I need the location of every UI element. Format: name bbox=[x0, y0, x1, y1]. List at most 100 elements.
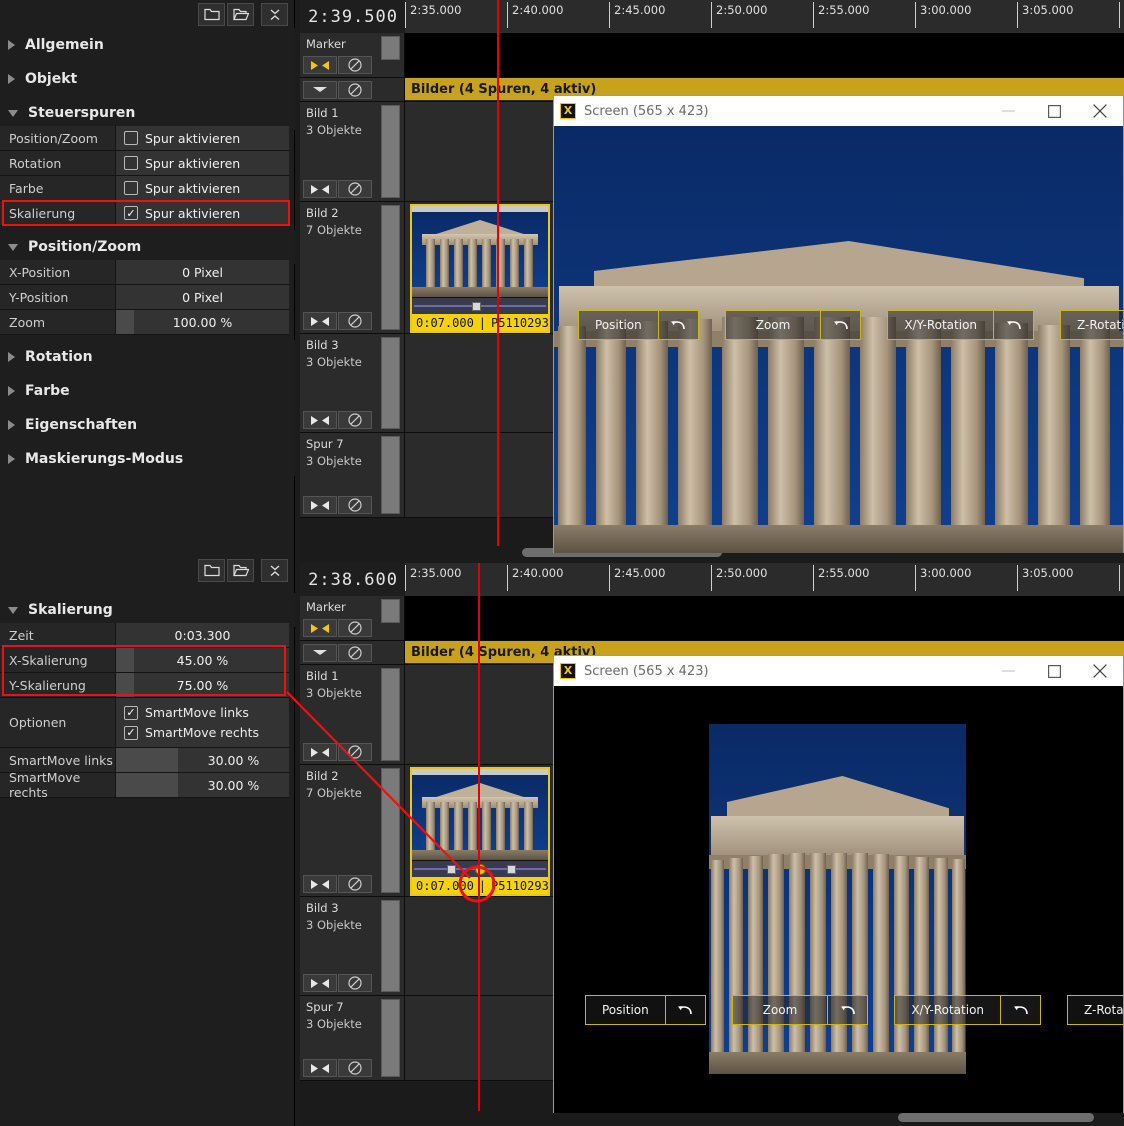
keyframe-icon[interactable] bbox=[303, 312, 337, 330]
reset-arrow-icon[interactable] bbox=[820, 311, 860, 339]
mute-icon[interactable] bbox=[338, 180, 372, 198]
control-xy-rotation-top[interactable]: X/Y-Rotation bbox=[887, 310, 1035, 340]
mute-icon[interactable] bbox=[338, 496, 372, 514]
track-head-spur7-bottom[interactable]: Spur 7 3 Objekte bbox=[300, 996, 405, 1080]
reset-arrow-icon[interactable] bbox=[993, 311, 1033, 339]
track-enable-checkbox[interactable] bbox=[124, 181, 138, 195]
collapse-all-icon[interactable] bbox=[261, 3, 288, 26]
zoom-slider-handle[interactable] bbox=[116, 310, 134, 334]
open-folder-icon[interactable] bbox=[227, 3, 254, 26]
minimize-icon[interactable] bbox=[985, 96, 1031, 126]
x-skalierung-slider-handle[interactable] bbox=[116, 648, 134, 672]
rail-handle[interactable] bbox=[507, 865, 516, 874]
track-head-bild2-top[interactable]: Bild 2 7 Objekte bbox=[300, 202, 405, 333]
timeline-ruler-bottom[interactable]: 2:38.600 2:35.000 2:40.000 2:45.000 2:50… bbox=[300, 563, 1124, 596]
option-smartmove-rechts[interactable]: SmartMove rechts bbox=[124, 725, 259, 740]
keyframe-icon[interactable] bbox=[303, 619, 337, 637]
hscrollbar-bottom[interactable] bbox=[300, 1111, 1124, 1125]
y-skalierung-field[interactable]: 75.00 % bbox=[116, 673, 289, 697]
smartmove-links-slider-handle[interactable] bbox=[116, 748, 178, 772]
row-smartmove-rechts[interactable]: SmartMove rechts 30.00 % bbox=[0, 770, 289, 800]
control-zoom-top[interactable]: Zoom bbox=[724, 310, 862, 340]
keyframe-marker[interactable] bbox=[475, 864, 486, 875]
minimize-icon[interactable] bbox=[985, 656, 1031, 686]
reset-arrow-icon[interactable] bbox=[657, 311, 698, 339]
marker-level-strip[interactable] bbox=[381, 599, 400, 623]
maximize-icon[interactable] bbox=[1031, 96, 1077, 126]
track-level-strip[interactable] bbox=[381, 105, 400, 198]
rail-handle[interactable] bbox=[447, 865, 456, 874]
x-skalierung-field[interactable]: 45.00 % bbox=[116, 648, 289, 672]
maximize-icon[interactable] bbox=[1031, 656, 1077, 686]
reset-arrow-icon[interactable] bbox=[664, 996, 705, 1024]
keyframe-icon[interactable] bbox=[303, 56, 337, 74]
keyframe-icon[interactable] bbox=[303, 180, 337, 198]
track-level-strip[interactable] bbox=[381, 337, 400, 429]
control-position-bottom[interactable]: Position bbox=[585, 995, 706, 1025]
smartmove-rechts-field[interactable]: 30.00 % bbox=[116, 773, 289, 797]
track-enable-checkbox[interactable] bbox=[124, 156, 138, 170]
smartmove-rechts-checkbox[interactable] bbox=[124, 725, 138, 740]
mute-icon[interactable] bbox=[338, 80, 372, 99]
mute-icon[interactable] bbox=[338, 411, 372, 429]
section-header-position-zoom[interactable]: Position/Zoom bbox=[0, 230, 295, 264]
section-header-skalierung[interactable]: Skalierung bbox=[0, 593, 295, 627]
track-head-bild2-bottom[interactable]: Bild 2 7 Objekte bbox=[300, 765, 405, 896]
option-smartmove-links[interactable]: SmartMove links bbox=[124, 705, 249, 720]
row-rotation-track[interactable]: Rotation Spur aktivieren bbox=[0, 151, 289, 176]
track-head-bild1-bottom[interactable]: Bild 1 3 Objekte bbox=[300, 665, 405, 764]
clip-keyframe-rail[interactable] bbox=[412, 861, 548, 877]
timeline-ruler-top[interactable]: 2:39.500 2:35.000 2:40.000 2:45.000 2:50… bbox=[300, 0, 1124, 33]
screen-window-bottom[interactable]: X Screen (565 x 423) Position Zoom X/Y-R… bbox=[553, 655, 1124, 1113]
new-folder-icon[interactable] bbox=[198, 3, 225, 26]
track-level-strip[interactable] bbox=[381, 436, 400, 514]
zoom-field[interactable]: 100.00 % bbox=[116, 310, 289, 334]
row-y-position[interactable]: Y-Position 0 Pixel bbox=[0, 285, 289, 310]
row-control[interactable]: Spur aktivieren bbox=[116, 176, 289, 200]
clip-bild2-bottom[interactable]: 0:07.000 | P5110293 bbox=[410, 767, 550, 896]
row-x-skalierung[interactable]: X-Skalierung 45.00 % bbox=[0, 648, 289, 673]
control-zoom-bottom[interactable]: Zoom bbox=[731, 995, 869, 1025]
row-farbe-track[interactable]: Farbe Spur aktivieren bbox=[0, 176, 289, 201]
row-y-skalierung[interactable]: Y-Skalierung 75.00 % bbox=[0, 673, 289, 698]
smartmove-links-field[interactable]: 30.00 % bbox=[116, 748, 289, 772]
section-header-steuerspuren[interactable]: Steuerspuren bbox=[0, 96, 295, 130]
clip-keyframe-rail[interactable] bbox=[412, 298, 548, 314]
track-level-strip[interactable] bbox=[381, 205, 400, 330]
marker-lane-top[interactable] bbox=[405, 33, 1124, 77]
mute-icon[interactable] bbox=[338, 743, 372, 761]
keyframe-icon[interactable] bbox=[303, 974, 337, 992]
keyframe-icon[interactable] bbox=[303, 411, 337, 429]
chevron-down-icon[interactable] bbox=[303, 80, 337, 99]
rail-handle[interactable] bbox=[472, 302, 481, 311]
close-icon[interactable] bbox=[1077, 96, 1123, 126]
close-icon[interactable] bbox=[1077, 656, 1123, 686]
section-header-eigenschaften[interactable]: Eigenschaften bbox=[0, 408, 295, 442]
section-header-farbe[interactable]: Farbe bbox=[0, 374, 295, 408]
row-skalierung-track[interactable]: Skalierung Spur aktivieren bbox=[0, 201, 289, 226]
clip-bild2-top[interactable]: 0:07.000 | P5110293 bbox=[410, 204, 550, 333]
mute-icon[interactable] bbox=[338, 875, 372, 893]
y-position-field[interactable]: 0 Pixel bbox=[116, 285, 289, 309]
control-position-top[interactable]: Position bbox=[578, 310, 699, 340]
open-folder-icon[interactable] bbox=[227, 559, 254, 582]
section-header-allgemein[interactable]: Allgemein bbox=[0, 28, 295, 62]
track-head-bild3-bottom[interactable]: Bild 3 3 Objekte bbox=[300, 897, 405, 995]
marker-lane-bottom[interactable] bbox=[405, 596, 1124, 640]
mute-icon[interactable] bbox=[338, 1059, 372, 1077]
x-position-field[interactable]: 0 Pixel bbox=[116, 260, 289, 284]
row-zeit[interactable]: Zeit 0:03.300 bbox=[0, 623, 289, 648]
control-z-rotation-bottom[interactable]: Z-Rotation bbox=[1067, 995, 1123, 1025]
track-level-strip[interactable] bbox=[381, 668, 400, 761]
chevron-down-icon[interactable] bbox=[303, 643, 337, 662]
reset-arrow-icon[interactable] bbox=[827, 996, 867, 1024]
row-zoom[interactable]: Zoom 100.00 % bbox=[0, 310, 289, 335]
screen-titlebar-bottom[interactable]: X Screen (565 x 423) bbox=[554, 656, 1123, 686]
control-z-rotation-top[interactable]: Z-Rotation bbox=[1060, 310, 1123, 340]
section-header-maskierungs-modus[interactable]: Maskierungs-Modus bbox=[0, 442, 295, 476]
keyframe-icon[interactable] bbox=[303, 496, 337, 514]
mute-icon[interactable] bbox=[338, 56, 372, 74]
section-header-objekt[interactable]: Objekt bbox=[0, 62, 295, 96]
screen-canvas-top[interactable]: Position Zoom X/Y-Rotation Z-Rotat bbox=[554, 126, 1123, 553]
track-level-strip[interactable] bbox=[381, 900, 400, 992]
